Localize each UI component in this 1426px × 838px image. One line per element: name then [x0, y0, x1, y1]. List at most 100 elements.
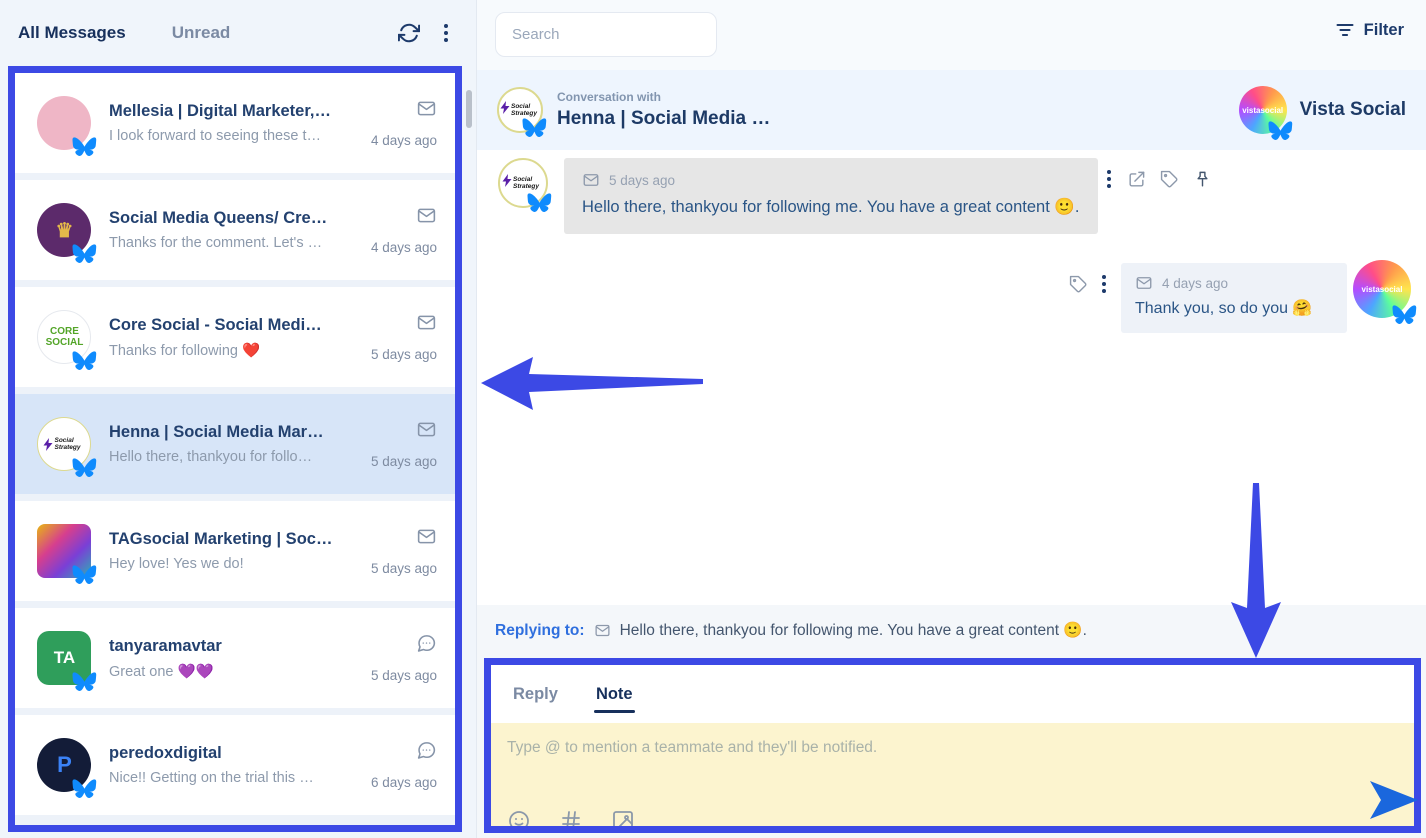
composer: Reply Note: [484, 658, 1421, 833]
filter-label: Filter: [1364, 21, 1404, 40]
replying-to-text: Hello there, thankyou for following me. …: [620, 621, 1087, 640]
account-switcher[interactable]: vistasocial Vista Social: [1239, 86, 1406, 134]
conversation-list-item[interactable]: Mellesia | Digital Marketer,… I look for…: [15, 73, 455, 173]
avatar-label: TA: [54, 648, 75, 668]
outgoing-message-text: Thank you, so do you 🤗: [1135, 297, 1333, 322]
bluesky-butterfly-icon: [72, 671, 97, 693]
replying-to-label: Replying to:: [495, 622, 585, 640]
outgoing-message-time: 4 days ago: [1162, 276, 1228, 291]
lightning-icon: [42, 437, 54, 452]
filter-button[interactable]: Filter: [1335, 20, 1404, 40]
message-time: 4 days ago: [371, 133, 437, 148]
bluesky-butterfly-icon: [1268, 120, 1293, 142]
avatar-label: CORE SOCIAL: [45, 326, 85, 348]
bluesky-butterfly-icon: [72, 778, 97, 800]
refresh-icon[interactable]: [398, 22, 420, 44]
note-toolbar: [507, 809, 635, 826]
composer-tabs: Reply Note: [491, 665, 1414, 723]
message-kebab-icon[interactable]: [1105, 168, 1113, 190]
outgoing-message-bubble: 4 days ago Thank you, so do you 🤗: [1121, 263, 1347, 333]
bluesky-butterfly-icon: [522, 117, 547, 139]
message-time: 6 days ago: [371, 775, 437, 790]
avatar-label: P: [57, 752, 72, 778]
account-avatar-label: vistasocial: [1242, 106, 1283, 115]
bluesky-butterfly-icon: [1392, 304, 1417, 326]
conversation-list-item[interactable]: TAGsocial Marketing | Soc… Hey love! Yes…: [15, 501, 455, 601]
contact-name: peredoxdigital: [109, 744, 357, 763]
contact-avatar-label: Social Strategy: [511, 103, 541, 118]
message-time: 5 days ago: [371, 347, 437, 362]
bluesky-butterfly-icon: [72, 457, 97, 479]
note-area: [491, 723, 1414, 826]
tag-icon[interactable]: [1160, 170, 1179, 189]
message-list-pane: All Messages Unread Mellesia | Digital M…: [0, 0, 476, 838]
message-preview: Thanks for the comment. Let's …: [109, 235, 357, 251]
conversation-list-item[interactable]: TA tanyaramavtar Great one 💜💜 5 days ago: [15, 608, 455, 708]
account-avatar: vistasocial: [1353, 260, 1411, 318]
message-list: Mellesia | Digital Marketer,… I look for…: [8, 66, 462, 832]
conversation-contact-name: Henna | Social Media …: [557, 108, 770, 130]
conversation-toolbar: Filter: [477, 0, 1426, 70]
replying-to-bar: Replying to: Hello there, thankyou for f…: [495, 621, 1087, 640]
bluesky-butterfly-icon: [72, 350, 97, 372]
incoming-message-actions: [1105, 168, 1212, 190]
tab-unread[interactable]: Unread: [172, 23, 231, 43]
message-preview: Hey love! Yes we do!: [109, 556, 357, 572]
contact-name: Core Social - Social Medi…: [109, 316, 357, 335]
contact-avatar: Social Strategy: [498, 158, 548, 208]
bluesky-butterfly-icon: [527, 192, 552, 214]
send-button[interactable]: [1368, 777, 1420, 823]
tag-icon[interactable]: [1069, 275, 1088, 294]
comment-bubble-icon: [416, 740, 437, 761]
comment-bubble-icon: [416, 633, 437, 654]
vista-social-inbox: All Messages Unread Mellesia | Digital M…: [0, 0, 1426, 838]
contact-name: Mellesia | Digital Marketer,…: [109, 102, 357, 121]
tab-reply[interactable]: Reply: [513, 685, 558, 704]
message-preview: I look forward to seeing these t…: [109, 128, 357, 144]
tab-all-messages[interactable]: All Messages: [18, 23, 126, 43]
avatar-label: Social Strategy: [55, 437, 87, 452]
conversation-list-item[interactable]: Social Strategy Henna | Social Media Mar…: [15, 394, 455, 494]
incoming-message-time: 5 days ago: [609, 173, 675, 188]
emoji-picker-icon[interactable]: [507, 809, 531, 826]
bluesky-butterfly-icon: [72, 136, 97, 158]
image-upload-icon[interactable]: [611, 809, 635, 826]
annotation-arrow-down: [1223, 482, 1289, 660]
account-avatar-label: vistasocial: [1362, 285, 1403, 294]
dm-envelope-icon: [416, 419, 437, 440]
conversation-list-item[interactable]: P peredoxdigital Nice!! Getting on the t…: [15, 715, 455, 815]
conversation-list-item[interactable]: ♛ Social Media Queens/ Cre… Thanks for t…: [15, 180, 455, 280]
message-preview: Thanks for following ❤️: [109, 342, 357, 359]
outgoing-message-actions: [1069, 273, 1108, 295]
avatar-label: ♛: [56, 218, 74, 243]
incoming-message-text: Hello there, thankyou for following me. …: [582, 195, 1080, 221]
dm-envelope-icon: [416, 205, 437, 226]
tab-note[interactable]: Note: [596, 685, 633, 704]
message-time: 5 days ago: [371, 561, 437, 576]
contact-avatar-label: Social Strategy: [513, 176, 545, 191]
note-input[interactable]: [491, 723, 1414, 787]
contact-name: TAGsocial Marketing | Soc…: [109, 530, 357, 549]
search-input[interactable]: [495, 12, 717, 57]
lightning-icon: [501, 173, 513, 193]
conversation-pane: Filter Social Strategy Conversation with…: [476, 0, 1426, 838]
dm-envelope-icon: [416, 312, 437, 333]
message-preview: Hello there, thankyou for follo…: [109, 449, 357, 465]
hashtag-icon[interactable]: [559, 809, 583, 826]
conversation-list-item[interactable]: CORE SOCIAL Core Social - Social Medi… T…: [15, 287, 455, 387]
message-time: 4 days ago: [371, 240, 437, 255]
message-kebab-icon[interactable]: [1100, 273, 1108, 295]
message-preview: Nice!! Getting on the trial this …: [109, 770, 357, 786]
message-time: 5 days ago: [371, 668, 437, 683]
dm-envelope-icon: [416, 98, 437, 119]
incoming-message-bubble: 5 days ago Hello there, thankyou for fol…: [564, 158, 1098, 234]
dm-envelope-icon: [1135, 274, 1153, 292]
share-icon[interactable]: [1127, 170, 1146, 189]
pin-icon[interactable]: [1193, 170, 1212, 189]
lightning-icon: [499, 100, 511, 120]
kebab-menu-icon[interactable]: [442, 22, 450, 44]
scrollbar-thumb[interactable]: [466, 90, 472, 128]
dm-envelope-icon: [416, 526, 437, 547]
account-avatar: vistasocial: [1239, 86, 1287, 134]
annotation-arrow-left: [479, 352, 703, 414]
